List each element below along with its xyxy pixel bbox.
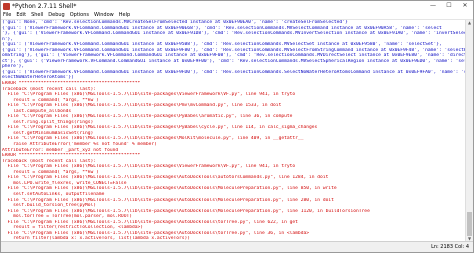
menu-window[interactable]: Window <box>94 12 114 18</box>
menu-debug[interactable]: Debug <box>48 12 64 18</box>
title-bar: *Python 2.7.11 Shell* — ☐ ✕ <box>1 1 473 11</box>
vertical-scrollbar[interactable]: ▲ ▼ <box>465 20 473 242</box>
menu-bar: File Edit Shell Debug Options Window Hel… <box>1 11 473 20</box>
shell-output-area[interactable]: ('gui': None, 'cmd': 'Rev.selectionComma… <box>1 20 465 242</box>
python-idle-icon <box>3 2 10 10</box>
menu-options[interactable]: Options <box>70 12 89 18</box>
menu-file[interactable]: File <box>3 12 11 18</box>
menu-help[interactable]: Help <box>119 12 130 18</box>
maximize-button[interactable]: ☐ <box>441 1 457 11</box>
shell-line: omString'}, {'gui': ('ViewerFramework.VF… <box>2 53 465 59</box>
cursor-position: Ln: 2183 Col: 4 <box>431 244 469 250</box>
scrollbar-thumb[interactable] <box>467 212 472 236</box>
menu-edit[interactable]: Edit <box>16 12 26 18</box>
scroll-up-arrow-icon[interactable]: ▲ <box>466 20 473 26</box>
idle-shell-window: *Python 2.7.11 Shell* — ☐ ✕ File Edit Sh… <box>0 0 474 253</box>
window-title: *Python 2.7.11 Shell* <box>12 2 77 10</box>
close-button[interactable]: ✕ <box>457 1 473 11</box>
status-bar: Ln: 2183 Col: 4 <box>1 241 473 252</box>
shell-line: '}, {'gui': ('ViewerFramework.VFCommand.… <box>2 31 465 37</box>
shell-line: {'gui': ('ViewerFramework.VFCommand.Comm… <box>2 42 442 48</box>
minimize-button[interactable]: — <box>425 1 441 11</box>
shell-line: ct'}, {'gui': ('ViewerFramework.VFComman… <box>2 58 465 64</box>
menu-shell[interactable]: Shell <box>31 12 43 18</box>
